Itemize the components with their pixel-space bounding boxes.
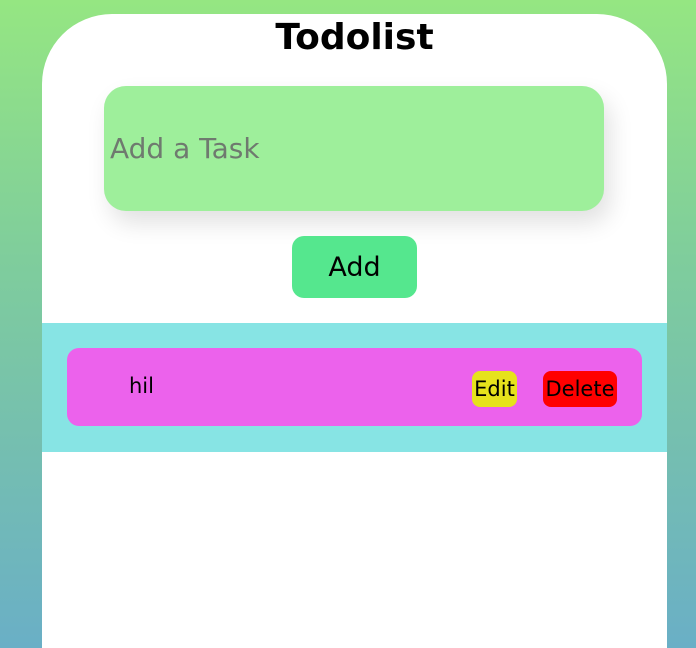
page-title: Todolist (275, 17, 434, 58)
add-button[interactable]: Add (292, 236, 417, 298)
edit-button[interactable]: Edit (472, 371, 517, 407)
task-item: hil Edit Delete (67, 348, 642, 426)
task-list: hil Edit Delete (42, 323, 667, 452)
todo-card: Todolist Add hil Edit Delete (42, 14, 667, 648)
task-text: hil (129, 374, 154, 398)
delete-button[interactable]: Delete (543, 371, 617, 407)
task-input[interactable] (104, 86, 604, 211)
